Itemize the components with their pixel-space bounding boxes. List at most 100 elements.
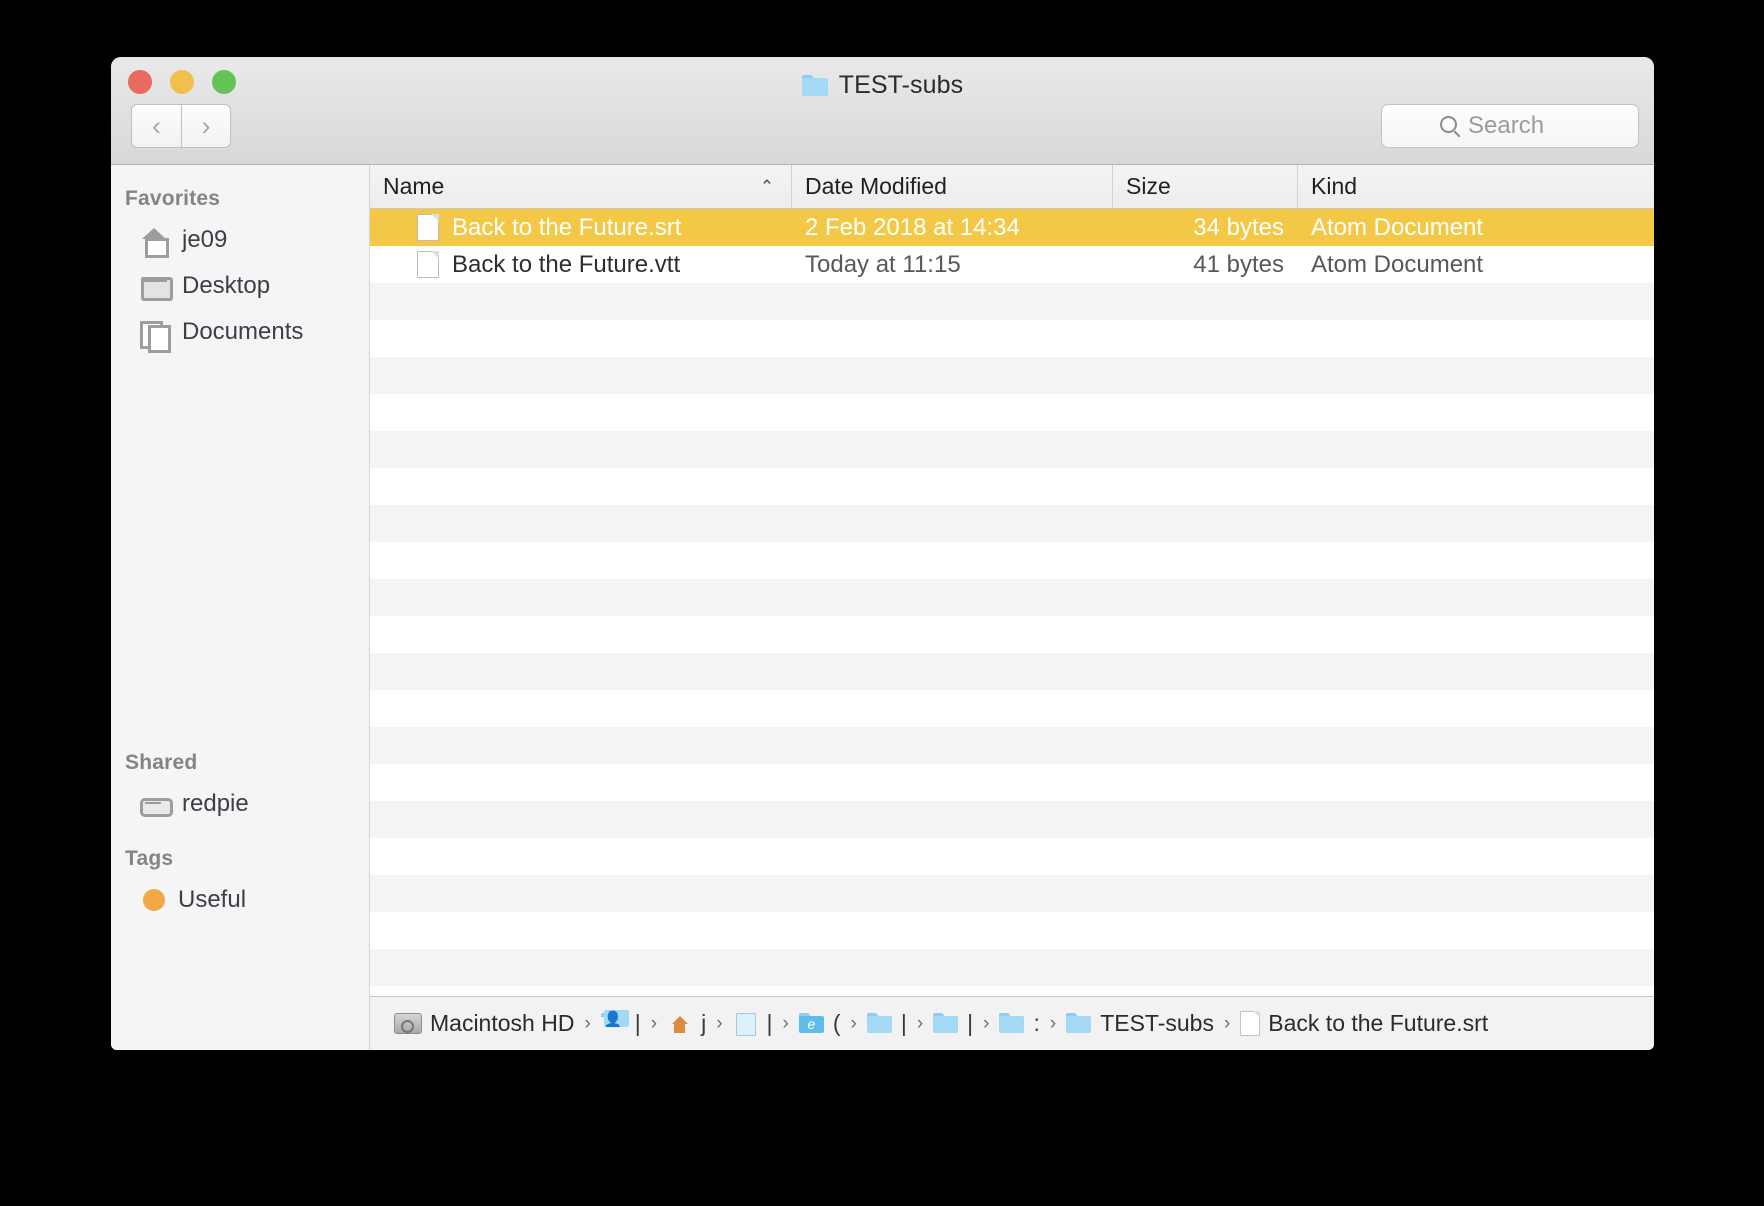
breadcrumb-separator: › [716, 1012, 723, 1034]
column-header-label: Date Modified [805, 173, 947, 199]
column-header-label: Name [383, 173, 445, 199]
column-header-label: Kind [1311, 173, 1358, 199]
path-bar: Macintosh HD › | › j › | › [370, 996, 1654, 1050]
window-title: TEST-subs [111, 71, 1654, 100]
breadcrumb-item[interactable]: : [999, 1010, 1040, 1037]
breadcrumb-item[interactable]: ( [798, 1010, 841, 1037]
empty-row [370, 616, 1654, 653]
empty-row [370, 653, 1654, 690]
harddisk-icon [394, 1013, 422, 1034]
sidebar-item-documents[interactable]: Documents [111, 309, 369, 355]
folder-icon [999, 1013, 1025, 1034]
forward-button[interactable]: › [181, 104, 231, 148]
document-icon [733, 1013, 759, 1036]
cell-kind: Atom Document [1311, 250, 1484, 278]
back-button[interactable]: ‹ [131, 104, 181, 148]
breadcrumb-item[interactable]: | [866, 1010, 907, 1037]
sidebar-section-shared-header: Shared [125, 751, 198, 774]
sidebar-item-useful[interactable]: Useful [111, 877, 369, 923]
column-header-date-modified[interactable]: Date Modified [792, 165, 1113, 208]
folder-icon [801, 75, 828, 96]
tag-dot-icon [143, 889, 165, 911]
sidebar-section-favorites-header: Favorites [125, 187, 221, 210]
breadcrumb-separator: › [650, 1012, 658, 1034]
empty-row [370, 579, 1654, 616]
folder-icon [1066, 1013, 1092, 1034]
breadcrumb-label: Back to the Future.srt [1268, 1010, 1489, 1036]
sidebar-item-je09[interactable]: je09 [111, 217, 369, 263]
sidebar-item-label: je09 [182, 226, 228, 253]
documents-icon [139, 318, 171, 353]
empty-row [370, 542, 1654, 579]
file-name-label: Back to the Future.srt [452, 213, 682, 241]
e-folder-icon [798, 1013, 825, 1034]
home-icon [139, 226, 169, 258]
empty-row [370, 468, 1654, 505]
breadcrumb-separator: › [584, 1012, 591, 1034]
empty-row [370, 949, 1654, 986]
document-file-icon [417, 251, 439, 278]
breadcrumb-item[interactable]: | [600, 1010, 641, 1037]
empty-row [370, 690, 1654, 727]
cell-date-modified: 2 Feb 2018 at 14:34 [805, 213, 1020, 241]
sidebar-item-label: redpie [182, 790, 249, 817]
empty-rows-container [370, 283, 1654, 986]
window-titlebar: TEST-subs ‹ › Search [111, 57, 1654, 165]
users-folder-icon [600, 1010, 629, 1034]
breadcrumb-item[interactable]: Back to the Future.srt [1240, 1010, 1488, 1037]
sidebar-item-redpie[interactable]: redpie [111, 781, 369, 827]
empty-row [370, 320, 1654, 357]
cell-name: Back to the Future.vtt [370, 251, 792, 279]
search-field[interactable]: Search [1381, 104, 1639, 148]
table-row[interactable]: Back to the Future.srt 2 Feb 2018 at 14:… [370, 209, 1654, 246]
breadcrumb-separator: › [850, 1012, 857, 1034]
file-icon [1240, 1011, 1261, 1036]
empty-row [370, 875, 1654, 912]
table-row[interactable]: Back to the Future.vtt Today at 11:15 41… [370, 246, 1654, 283]
cell-size: 41 bytes [1193, 250, 1284, 278]
home-folder-icon [667, 1013, 693, 1034]
sidebar-item-label: Useful [178, 886, 247, 913]
folder-icon [866, 1013, 893, 1034]
finder-window: TEST-subs ‹ › Search Favorites je09 Desk… [111, 57, 1654, 1050]
breadcrumb-separator: › [983, 1012, 990, 1034]
empty-row [370, 394, 1654, 431]
file-list-pane: Name ⌃ Date Modified Size Kind Back to t… [370, 165, 1654, 1050]
column-header-size[interactable]: Size [1113, 165, 1298, 208]
empty-row [370, 764, 1654, 801]
empty-row [370, 283, 1654, 320]
sidebar-item-label: Desktop [182, 272, 271, 299]
empty-row [370, 505, 1654, 542]
breadcrumb-item[interactable]: | [933, 1010, 973, 1037]
column-header-kind[interactable]: Kind [1298, 165, 1654, 208]
sidebar-item-label: Documents [182, 318, 304, 345]
document-file-icon [417, 214, 439, 241]
file-name-label: Back to the Future.vtt [452, 250, 681, 278]
server-icon [139, 790, 173, 818]
breadcrumb-label: ( [832, 1010, 841, 1036]
window-body: Favorites je09 Desktop Documents Shared … [111, 165, 1654, 1050]
search-icon [1440, 116, 1457, 133]
empty-row [370, 727, 1654, 764]
breadcrumb-separator: › [782, 1012, 789, 1034]
breadcrumb-item[interactable]: j [667, 1010, 706, 1037]
breadcrumb-item[interactable]: | [733, 1010, 773, 1037]
empty-row [370, 357, 1654, 394]
breadcrumb-item[interactable]: Macintosh HD [394, 1010, 574, 1037]
cell-date-modified: Today at 11:15 [805, 250, 961, 278]
file-rows: Back to the Future.srt 2 Feb 2018 at 14:… [370, 209, 1654, 996]
breadcrumb-label: TEST-subs [1100, 1010, 1214, 1036]
empty-row [370, 431, 1654, 468]
breadcrumb-separator: › [916, 1012, 924, 1034]
cell-kind: Atom Document [1311, 213, 1484, 241]
column-header-name[interactable]: Name ⌃ [370, 165, 792, 208]
empty-row [370, 801, 1654, 838]
column-header-label: Size [1126, 173, 1171, 199]
breadcrumb-item[interactable]: TEST-subs [1066, 1010, 1214, 1037]
sidebar-section-tags-header: Tags [125, 847, 174, 870]
sidebar-item-desktop[interactable]: Desktop [111, 263, 369, 309]
folder-icon [933, 1013, 959, 1034]
breadcrumb-separator: › [1223, 1012, 1231, 1034]
